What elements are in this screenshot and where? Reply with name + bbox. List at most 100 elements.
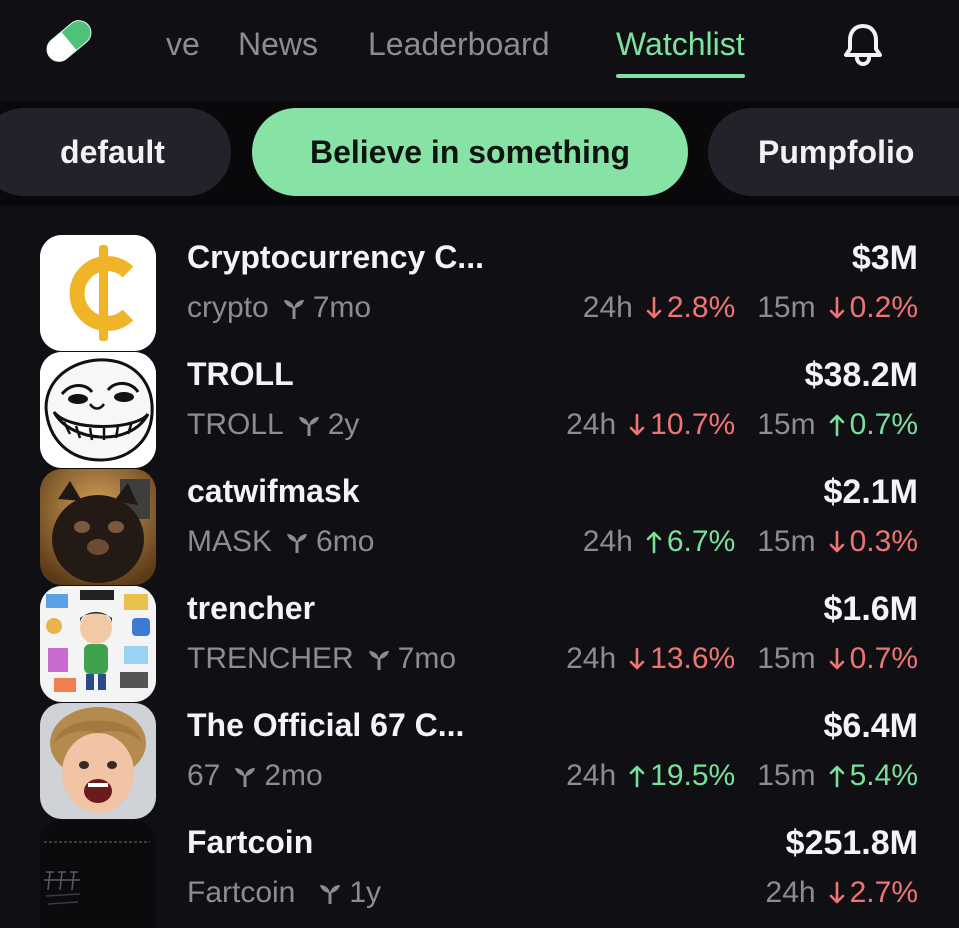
coin-avatar-cartoon-trencher-icon — [40, 586, 156, 702]
tab-watchlist[interactable]: Watchlist — [616, 26, 745, 78]
pill-logo-icon[interactable] — [38, 12, 100, 70]
coin-ticker: TROLL — [187, 408, 284, 441]
tab-live[interactable]: ve — [166, 26, 200, 63]
change-15m-label: 15m — [757, 291, 816, 324]
change-24h: 10.7% — [628, 408, 735, 442]
change-24h-value: 10.7% — [650, 408, 736, 441]
change-15m: 0.2% — [828, 291, 918, 325]
coin-row[interactable]: trencher TRENCHER 7mo $1.6M 24h 13.6% 15… — [0, 586, 959, 703]
coin-subline: TROLL 2y — [187, 408, 359, 442]
price-changes: 24h 10.7% 15m 0.7% — [566, 408, 918, 442]
change-24h-value: 6.7% — [666, 525, 736, 558]
price-changes: 24h 2.8% 15m 0.2% — [583, 291, 918, 325]
coin-subline: 67 2mo — [187, 759, 323, 793]
coin-row[interactable]: The Official 67 C... 67 2mo $6.4M 24h 19… — [0, 703, 959, 820]
sprout-icon — [296, 412, 322, 438]
coin-row[interactable]: Cryptocurrency C... crypto 7mo $3M 24h 2… — [0, 235, 959, 352]
arrow-down-icon — [829, 881, 844, 904]
change-24h: 6.7% — [645, 525, 735, 559]
change-24h: 13.6% — [628, 642, 735, 676]
coin-subline: MASK 6mo — [187, 525, 374, 559]
change-24h-value: 19.5% — [650, 759, 736, 792]
market-cap: $6.4M — [823, 707, 919, 745]
coin-ticker: 67 — [187, 759, 221, 792]
top-nav: ve News Leaderboard Watchlist — [0, 0, 959, 102]
change-15m-value: 5.4% — [849, 759, 918, 792]
coin-avatar-trollface-icon — [40, 352, 156, 468]
coin-subline: Fartcoin 1y — [187, 876, 381, 910]
active-tab-underline — [616, 74, 745, 78]
sprout-icon — [366, 646, 392, 672]
sprout-icon — [281, 295, 307, 321]
arrow-down-icon — [629, 413, 645, 436]
coin-ticker: Fartcoin — [187, 876, 296, 909]
coin-row[interactable]: catwifmask MASK 6mo $2.1M 24h 6.7% 15m 0… — [0, 469, 959, 586]
change-15m: 0.7% — [828, 408, 918, 442]
arrow-up-icon — [629, 765, 645, 788]
change-15m-label: 15m — [757, 408, 816, 441]
pill-pumpfolio[interactable]: Pumpfolio — [708, 108, 959, 196]
coin-subline: crypto 7mo — [187, 291, 371, 325]
change-24h-label: 24h — [566, 642, 617, 675]
coin-age: 7mo — [397, 642, 457, 675]
arrow-down-icon — [829, 647, 844, 670]
market-cap: $38.2M — [804, 356, 918, 394]
arrow-up-icon — [646, 531, 662, 554]
change-24h-value: 2.8% — [666, 291, 736, 324]
price-changes: 24h 2.7% — [766, 876, 918, 910]
change-15m-label: 15m — [757, 759, 816, 792]
pill-pumpfolio-label: Pumpfolio — [758, 133, 915, 170]
coin-age: 7mo — [312, 291, 372, 324]
coin-row[interactable]: Fartcoin Fartcoin 1y $251.8M 24h 2.7% — [0, 820, 959, 928]
coin-ticker: crypto — [187, 291, 269, 324]
pill-default[interactable]: default — [0, 108, 231, 196]
arrow-down-icon — [829, 296, 844, 319]
change-15m-value: 0.7% — [849, 408, 918, 441]
market-cap: $2.1M — [823, 473, 919, 511]
market-cap: $251.8M — [785, 824, 918, 862]
change-24h: 2.8% — [645, 291, 735, 325]
price-changes: 24h 13.6% 15m 0.7% — [566, 642, 918, 676]
change-24h-label: 24h — [566, 759, 617, 792]
tab-watchlist-label: Watchlist — [616, 26, 745, 62]
tab-leaderboard[interactable]: Leaderboard — [368, 26, 549, 63]
tab-news[interactable]: News — [238, 26, 318, 63]
market-cap: $1.6M — [823, 590, 919, 628]
coin-name: Fartcoin — [187, 824, 314, 860]
coin-name: catwifmask — [187, 473, 360, 509]
coin-age: 1y — [349, 876, 382, 909]
change-24h: 2.7% — [828, 876, 918, 910]
arrow-down-icon — [829, 530, 844, 553]
coin-name: TROLL — [187, 356, 294, 392]
coin-row[interactable]: TROLL TROLL 2y $38.2M 24h 10.7% 15m 0.7% — [0, 352, 959, 469]
change-15m-label: 15m — [757, 525, 816, 558]
arrow-up-icon — [829, 414, 844, 437]
change-24h-value: 2.7% — [849, 876, 918, 909]
change-24h-label: 24h — [566, 408, 617, 441]
watchlist-selector: default Believe in something Pumpfolio — [0, 102, 959, 206]
app: ve News Leaderboard Watchlist default Be… — [0, 0, 959, 928]
change-15m-value: 0.7% — [849, 642, 918, 675]
pill-believe-in-something[interactable]: Believe in something — [252, 108, 688, 196]
notification-bell-icon[interactable] — [838, 20, 888, 70]
price-changes: 24h 6.7% 15m 0.3% — [583, 525, 918, 559]
coin-ticker: TRENCHER — [187, 642, 354, 675]
change-15m: 0.7% — [828, 642, 918, 676]
price-changes: 24h 19.5% 15m 5.4% — [566, 759, 918, 793]
arrow-down-icon — [646, 296, 662, 319]
change-15m-value: 0.2% — [849, 291, 918, 324]
coin-avatar-masked-cat-icon — [40, 469, 156, 585]
change-15m: 0.3% — [828, 525, 918, 559]
change-24h-value: 13.6% — [650, 642, 736, 675]
pill-default-label: default — [60, 133, 165, 170]
coin-name: trencher — [187, 590, 316, 626]
change-15m-label: 15m — [757, 642, 816, 675]
coin-avatar-fartcoin-icon — [40, 820, 156, 928]
sprout-icon — [232, 763, 258, 789]
change-15m-value: 0.3% — [849, 525, 918, 558]
arrow-down-icon — [629, 647, 645, 670]
sprout-icon — [317, 880, 343, 906]
coin-avatar-kid-photo-icon — [40, 703, 156, 819]
coin-age: 6mo — [316, 525, 375, 558]
change-15m: 5.4% — [828, 759, 918, 793]
